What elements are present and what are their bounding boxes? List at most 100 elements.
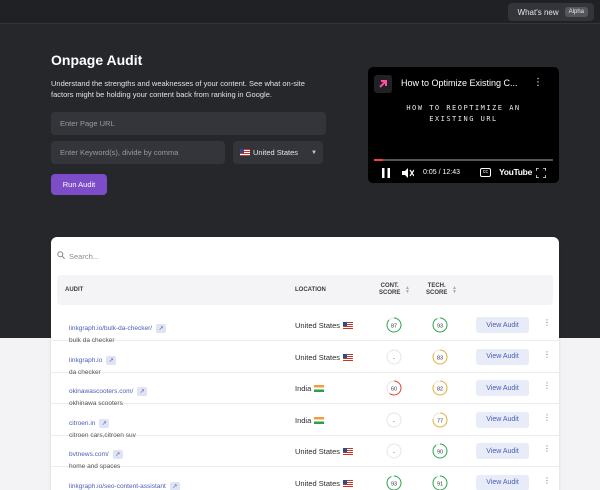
tech-score: 93 [432,317,448,333]
chevron-down-icon: ▼ [311,149,317,156]
table-row: citroen.in ↗ citroen cars,citroen suv India… [51,404,559,439]
page-url-input[interactable]: Enter Page URL [51,112,326,135]
row-menu-icon[interactable]: ⋮ [543,350,551,359]
youtube-logo[interactable]: YouTube [499,167,532,177]
tech-score-label-2: SCORE [426,290,448,296]
mute-icon[interactable] [402,168,415,180]
location-cell: United States [295,447,354,456]
external-link-icon[interactable]: ↗ [106,355,117,365]
content-score: - [386,443,402,459]
table-search[interactable]: Search... [57,251,99,261]
content-score-value: - [393,449,395,455]
keyword-placeholder: Enter Keyword(s), divide by comma [60,148,179,157]
fullscreen-icon[interactable] [535,167,547,180]
view-audit-button[interactable]: View Audit [476,474,529,490]
row-menu-icon[interactable]: ⋮ [543,318,551,327]
header-tech-score[interactable]: TECH. SCORE [426,283,447,297]
overlay-line-2: EXISTING URL [429,115,498,123]
video-progress-fill [374,159,383,161]
video-progress-bar[interactable] [374,159,553,161]
audit-url-link[interactable]: bvtnews.com/↗ [69,450,123,459]
external-link-icon[interactable]: ↗ [137,387,148,396]
audit-url: bvtnews.com/ [69,451,109,458]
us-flag-icon [240,149,250,156]
tech-score-value: 82 [437,386,443,392]
view-audit-button[interactable]: View Audit [476,411,529,428]
tech-score: 90 [432,443,448,459]
row-menu-icon[interactable]: ⋮ [543,476,551,485]
location-text: United States [295,478,341,488]
us-flag-icon [343,479,354,487]
tech-score: 77 [432,412,448,428]
audit-url-link[interactable]: okinawascooters.com/↗ [69,387,148,396]
video-overlay-text: HOW TO REOPTIMIZE AN EXISTING URL [368,103,559,125]
page-title: Onpage Audit [51,52,143,68]
location-cell: India [295,384,325,393]
us-flag-icon [343,448,354,455]
content-score-value: - [393,355,395,361]
location-cell: India [295,416,325,425]
header-cont-score[interactable]: CONT. SCORE [379,283,400,297]
pause-icon[interactable] [382,168,390,180]
external-link-icon[interactable]: ↗ [156,324,167,333]
audit-url-link[interactable]: linkgraph.io/seo-content-assistant ↗ [69,481,180,490]
external-link-icon[interactable]: ↗ [99,418,110,428]
row-menu-icon[interactable]: ⋮ [543,413,551,422]
top-bar: What's new Alpha [0,0,600,24]
location-cell: United States [295,352,354,362]
external-link-icon[interactable]: ↗ [169,481,180,490]
search-placeholder: Search... [69,251,100,261]
sort-icon[interactable]: ▲ ▼ [452,286,457,295]
header-audit[interactable]: AUDIT [65,287,83,294]
tech-score-label-1: TECH. [427,283,446,289]
location-cell: United States [295,478,354,488]
channel-logo-icon [374,75,392,93]
audit-url-link[interactable]: citroen.in ↗ [69,418,110,428]
tech-score-value: 90 [437,449,443,455]
view-audit-button[interactable]: View Audit [476,348,529,365]
view-audit-button[interactable]: View Audit [476,443,529,459]
table-row: bvtnews.com/↗ home and spaces United State… [51,435,559,470]
whats-new-button[interactable]: What's new Alpha [507,3,594,21]
page-description: Understand the strengths and weaknesses … [51,79,305,99]
location-value: United States [253,148,299,157]
india-flag-icon [314,416,325,424]
table-row: linkgraph.io/bulk-da-checker/↗ bulk da ch… [51,309,559,344]
external-link-icon[interactable]: ↗ [112,450,123,459]
view-audit-button[interactable]: View Audit [476,317,529,333]
audit-table-card: Search... AUDIT LOCATION CONT. SCORE ▲ ▼ … [51,237,559,490]
audit-url-link[interactable]: linkgraph.io/bulk-da-checker/↗ [69,324,167,333]
audit-cell: linkgraph.io/seo-content-assistant↗seo c… [69,475,180,490]
view-audit-button[interactable]: View Audit [476,380,529,396]
header-location[interactable]: LOCATION [295,287,326,294]
video-menu-icon[interactable]: ⋮ [533,77,543,88]
keyword-input[interactable]: Enter Keyword(s), divide by comma [51,141,225,164]
location-text: India [295,384,312,393]
row-menu-icon[interactable]: ⋮ [543,444,551,453]
tech-score-value: 93 [437,323,443,329]
audit-url: linkgraph.io/bulk-da-checker/ [69,325,153,332]
content-score-value: - [393,418,395,424]
content-score: 93 [386,475,402,490]
video-controls: 0:05 / 12:43 cc YouTube [368,164,559,182]
audit-url-link[interactable]: linkgraph.io ↗ [69,355,117,365]
content-score: 87 [386,317,402,333]
location-select[interactable]: United States ▼ [233,141,323,164]
tech-score-value: 83 [437,355,443,361]
tech-score: 82 [432,380,448,396]
us-flag-icon [343,353,354,361]
location-text: United States [295,352,341,362]
run-audit-button[interactable]: Run Audit [51,174,107,195]
location-cell: United States [295,321,354,330]
cont-score-label-2: SCORE [379,290,401,296]
table-row: linkgraph.io/seo-content-assistant↗seo c… [51,467,559,490]
sort-icon[interactable]: ▲ ▼ [405,286,410,295]
table-row: linkgraph.io ↗ da checker United States -83 V… [51,341,559,376]
captions-icon[interactable]: cc [480,168,491,177]
india-flag-icon [314,385,325,392]
content-score-value: 93 [391,481,397,487]
overlay-line-1: HOW TO REOPTIMIZE AN [406,104,521,112]
row-menu-icon[interactable]: ⋮ [543,381,551,390]
video-player[interactable]: How to Optimize Existing C... ⋮ HOW TO R… [368,67,559,183]
tech-score-value: 91 [437,481,443,487]
